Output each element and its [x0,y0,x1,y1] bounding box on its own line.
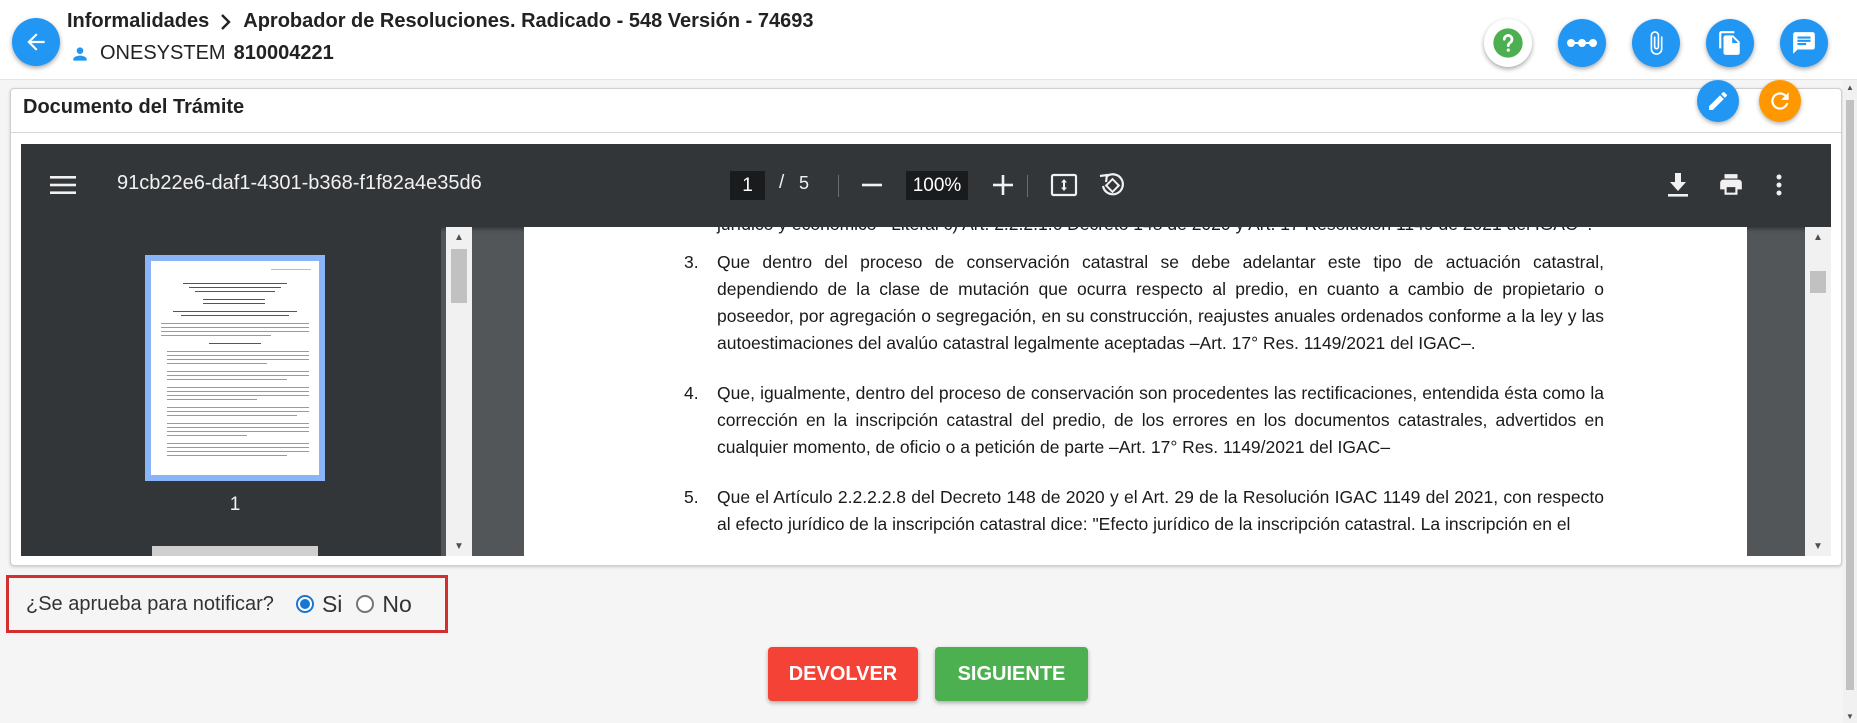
list-item-number: 5. [684,487,699,507]
documents-button[interactable] [1706,19,1754,67]
comments-button[interactable] [1780,19,1828,67]
list-item-text: Que el Artículo 2.2.2.2.8 del Decreto 14… [717,487,1604,534]
thumbnail-page-number: 1 [229,494,241,515]
zoom-in-icon[interactable] [990,172,1016,198]
list-item: 3. Que dentro del proceso de conservació… [684,249,1604,357]
scroll-down-arrow[interactable]: ▼ [1805,536,1831,556]
pdf-page-text: jurídico y económico –Literal c) Art. 2.… [684,227,1604,556]
rotate-icon[interactable] [1097,170,1127,200]
back-button[interactable] [12,18,60,66]
help-button[interactable] [1484,19,1532,67]
app-header: Informalidades Aprobador de Resoluciones… [0,0,1857,80]
radio-label-yes: Si [321,590,343,617]
pdf-viewer: 91cb22e6-daf1-4301-b368-f1f82a4e35d6 1 /… [21,144,1831,556]
list-item-text: Que, igualmente, dentro del proceso de c… [717,383,1604,457]
card-actions [1697,80,1801,122]
list-item-number: 3. [684,252,699,272]
next-button[interactable]: SIGUIENTE [935,647,1088,701]
paragraph-fragment: jurídico y económico –Literal c) Art. 2.… [684,227,1604,238]
fit-page-icon[interactable] [1049,171,1079,199]
scrollbar-thumb[interactable] [1846,100,1854,690]
toolbar-divider [838,175,839,197]
list-item: 5. Que el Artículo 2.2.2.2.8 del Decreto… [684,484,1604,538]
list-item: 4. Que, igualmente, dentro del proceso d… [684,380,1604,461]
user-code: 810004221 [233,42,334,64]
user-info: ONESYSTEM 810004221 [70,42,334,65]
person-icon [73,46,87,61]
approval-question: ¿Se aprueba para notificar? Si No [6,575,448,633]
page-thumbnail[interactable] [145,255,325,481]
documents-icon [1719,31,1740,55]
scrollbar-thumb[interactable] [1810,271,1826,293]
pdf-filename: 91cb22e6-daf1-4301-b368-f1f82a4e35d6 [117,172,482,194]
menu-icon[interactable] [49,170,77,200]
more-vertical-icon[interactable] [1773,172,1785,198]
list-item-text: Que dentro del proceso de conservación c… [717,252,1604,353]
edit-button[interactable] [1697,80,1739,122]
refresh-icon [1771,92,1789,110]
comments-icon [1793,32,1815,54]
refresh-button[interactable] [1759,80,1801,122]
breadcrumb-current: Aprobador de Resoluciones. Radicado - 54… [243,10,814,32]
scroll-up-arrow[interactable]: ▲ [446,227,472,247]
approve-yes-radio[interactable]: Si [295,590,343,618]
back-arrow-icon [27,33,45,51]
more-horizontal-icon [1567,39,1597,47]
toolbar-divider [1027,175,1028,197]
return-button[interactable]: DEVOLVER [768,647,918,701]
page-number-input[interactable]: 1 [730,171,765,200]
attachment-icon [1650,31,1663,55]
chevron-right-icon [219,13,233,31]
download-icon[interactable] [1666,172,1690,198]
breadcrumb-root[interactable]: Informalidades [67,10,209,33]
page-scrollbar[interactable]: ▲ ▼ [1843,80,1857,723]
help-icon [1493,28,1523,58]
list-item-number: 4. [684,383,699,403]
header-actions [1484,19,1828,67]
thumbnail-page [151,261,319,475]
scroll-down-arrow[interactable]: ▼ [446,536,472,556]
page-separator: / [779,172,785,193]
document-card: Documento del Trámite 91cb22e6-daf1-4301… [10,80,1842,566]
page-total: 5 [799,173,810,193]
radio-checked-icon[interactable] [295,595,314,613]
attachments-button[interactable] [1632,19,1680,67]
document-scrollbar[interactable]: ▲ ▼ [1805,227,1831,556]
card-title: Documento del Trámite [23,96,245,118]
next-page-thumbnail[interactable] [152,546,318,556]
radio-label-no: No [382,590,412,617]
approval-label: ¿Se aprueba para notificar? [26,592,274,615]
scroll-up-arrow[interactable]: ▲ [1843,80,1857,94]
zoom-input[interactable]: 100% [906,171,968,200]
approve-no-radio[interactable]: No [356,590,412,618]
edit-icon [1709,91,1728,110]
thumbnail-scrollbar[interactable]: ▲ ▼ [446,227,472,556]
pdf-page: jurídico y económico –Literal c) Art. 2.… [524,227,1747,556]
zoom-out-icon[interactable] [859,172,885,198]
scrollbar-thumb[interactable] [451,249,467,303]
scroll-down-arrow[interactable]: ▼ [1843,709,1857,723]
print-icon[interactable] [1717,172,1745,198]
breadcrumb: Informalidades Aprobador de Resoluciones… [67,10,813,33]
user-name: ONESYSTEM [100,42,226,64]
radio-unchecked-icon[interactable] [356,595,375,613]
card-divider [11,132,1841,133]
scroll-up-arrow[interactable]: ▲ [1805,227,1831,247]
more-options-button[interactable] [1558,19,1606,67]
pdf-toolbar: 91cb22e6-daf1-4301-b368-f1f82a4e35d6 1 /… [21,144,1831,227]
